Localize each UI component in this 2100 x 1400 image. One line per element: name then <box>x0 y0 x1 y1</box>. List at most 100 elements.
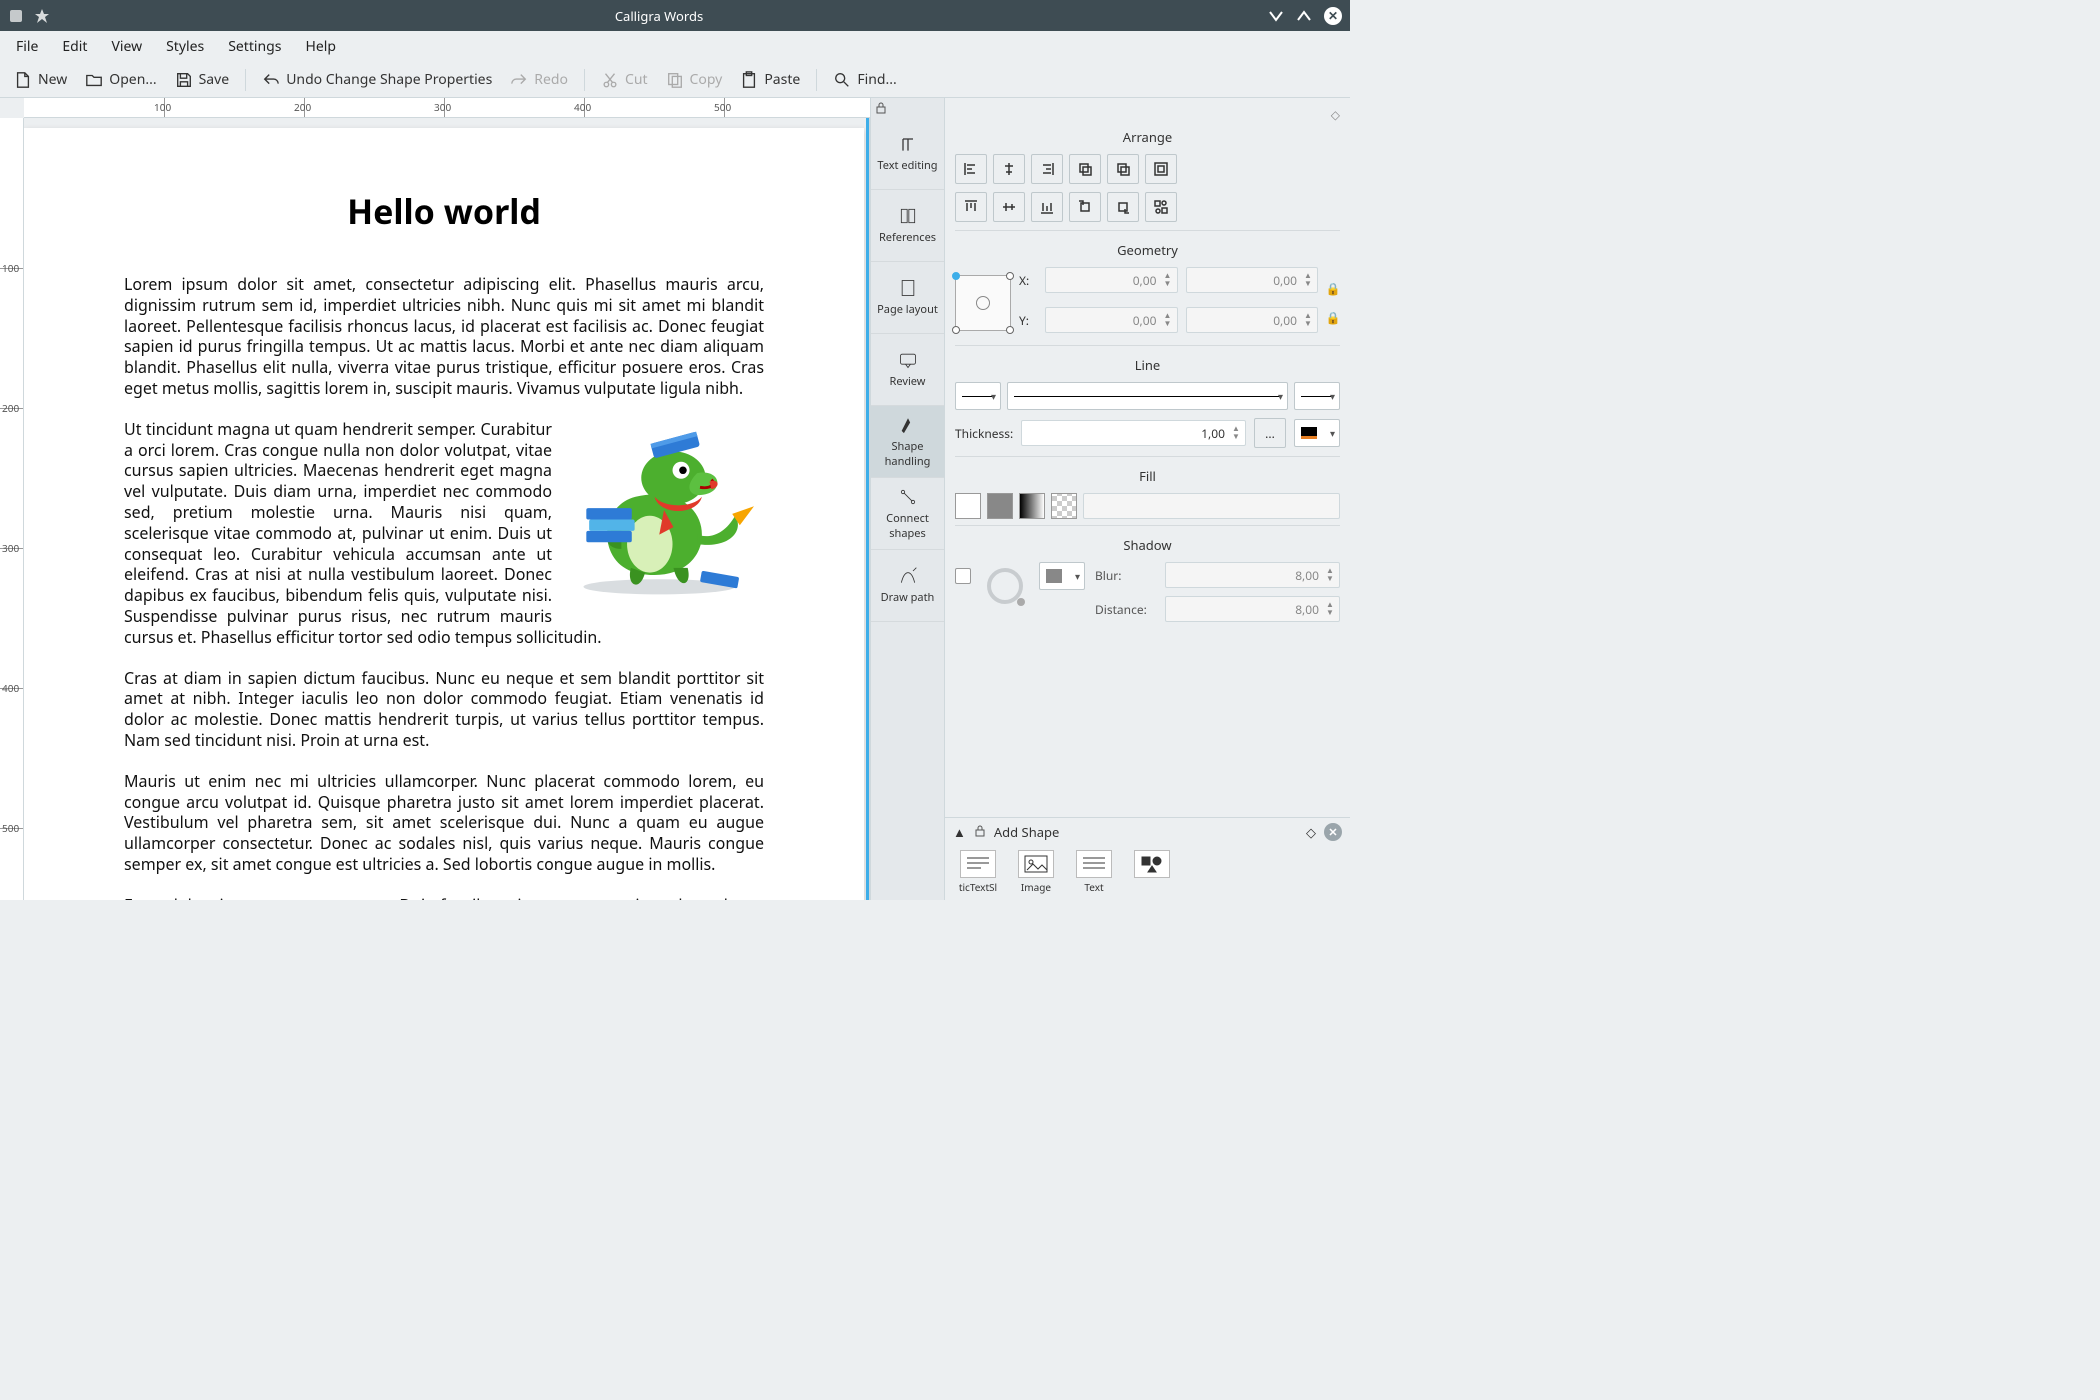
menu-view[interactable]: View <box>101 33 152 60</box>
doc-paragraph[interactable]: Mauris ut enim nec mi ultricies ullamcor… <box>124 771 764 875</box>
tab-text-editing[interactable]: Text editing <box>871 118 944 190</box>
tab-review[interactable]: Review <box>871 334 944 406</box>
open-button[interactable]: Open... <box>77 66 164 93</box>
close-icon[interactable]: ✕ <box>1324 7 1342 25</box>
shape-item-shapes[interactable] <box>1125 850 1179 894</box>
paste-button[interactable]: Paste <box>732 66 808 93</box>
minimize-icon[interactable] <box>1268 8 1284 24</box>
doc-paragraph[interactable]: Ut tincidunt magna ut quam hendrerit sem… <box>124 419 764 648</box>
doc-paragraph[interactable]: Lorem ipsum dolor sit amet, consectetur … <box>124 274 764 399</box>
geometry-anchor-widget[interactable] <box>955 275 1011 331</box>
thickness-field[interactable]: 1,00▲▼ <box>1021 420 1246 446</box>
tab-shape-handling[interactable]: Shape handling <box>871 406 944 478</box>
save-button[interactable]: Save <box>167 66 238 93</box>
embedded-image[interactable] <box>564 419 764 604</box>
close-panel-icon[interactable]: ✕ <box>1324 823 1342 841</box>
vertical-ruler[interactable]: 100 200 300 400 500 <box>0 118 24 900</box>
fill-solid-swatch[interactable] <box>987 493 1013 519</box>
shape-item-text-slide[interactable]: ticTextSl <box>951 850 1005 894</box>
panel-diamond-icon[interactable]: ◇ <box>1306 823 1316 841</box>
undo-icon <box>262 71 280 89</box>
shape-item-image[interactable]: Image <box>1009 850 1063 894</box>
expand-up-icon[interactable]: ▲ <box>953 823 966 841</box>
panel-lock-icon[interactable] <box>974 823 986 841</box>
align-left-button[interactable] <box>955 154 987 184</box>
x-position-field[interactable]: 0,00▲▼ <box>1045 267 1178 293</box>
y-position-field[interactable]: 0,00▲▼ <box>1045 307 1178 333</box>
tab-references[interactable]: References <box>871 190 944 262</box>
bring-forward-button[interactable] <box>1069 192 1101 222</box>
tab-draw-path[interactable]: Draw path <box>871 550 944 622</box>
width-field[interactable]: 0,00▲▼ <box>1186 267 1319 293</box>
tab-connect-shapes[interactable]: Connect shapes <box>871 478 944 550</box>
tab-label: Page layout <box>877 302 938 317</box>
line-start-cap-combo[interactable]: ▾ <box>955 382 1001 410</box>
find-button[interactable]: Find... <box>825 66 904 93</box>
new-button[interactable]: New <box>6 66 75 93</box>
align-right-button[interactable] <box>1031 154 1063 184</box>
menu-styles[interactable]: Styles <box>156 33 214 60</box>
bring-front-button[interactable] <box>1069 154 1101 184</box>
blur-field[interactable]: 8,00▲▼ <box>1165 562 1340 588</box>
align-top-button[interactable] <box>955 192 987 222</box>
maximize-icon[interactable] <box>1296 8 1312 24</box>
align-center-h-button[interactable] <box>993 154 1025 184</box>
ruler-tick: 400 <box>2 681 19 695</box>
align-bottom-button[interactable] <box>1031 192 1063 222</box>
send-back-button[interactable] <box>1107 154 1139 184</box>
horizontal-ruler[interactable]: 100 200 300 400 500 <box>24 98 870 118</box>
find-label: Find... <box>857 70 896 89</box>
panel-lock-icon[interactable] <box>871 98 944 118</box>
doc-heading[interactable]: Hello world <box>124 188 764 234</box>
lock-ratio-icon[interactable]: 🔒 <box>1326 309 1341 326</box>
fill-gradient-swatch[interactable] <box>1019 493 1045 519</box>
lock-size-icon[interactable]: 🔒 <box>1326 280 1341 297</box>
cut-button[interactable]: Cut <box>593 66 656 93</box>
copy-button[interactable]: Copy <box>658 66 731 93</box>
menubar: File Edit View Styles Settings Help <box>0 31 1350 62</box>
menu-edit[interactable]: Edit <box>52 33 97 60</box>
line-color-combo[interactable]: ▾ <box>1294 419 1340 447</box>
height-field[interactable]: 0,00▲▼ <box>1186 307 1319 333</box>
document-canvas[interactable]: Hello world Lorem ipsum dolor sit amet, … <box>24 118 866 900</box>
line-style-combo[interactable]: ▾ <box>1007 382 1288 410</box>
fill-none-swatch[interactable] <box>955 493 981 519</box>
menu-help[interactable]: Help <box>295 33 346 60</box>
group-button[interactable] <box>1145 154 1177 184</box>
save-label: Save <box>199 70 230 89</box>
undo-label: Undo Change Shape Properties <box>286 70 492 89</box>
shadow-color-combo[interactable]: ▾ <box>1039 562 1085 590</box>
doc-paragraph[interactable]: Cras at diam in sapien dictum faucibus. … <box>124 668 764 751</box>
distance-field[interactable]: 8,00▲▼ <box>1165 596 1340 622</box>
fill-preview[interactable] <box>1083 493 1340 519</box>
x-label: X: <box>1019 272 1037 289</box>
new-label: New <box>38 70 67 89</box>
panel-diamond-icon[interactable]: ◇ <box>1331 106 1340 122</box>
menu-file[interactable]: File <box>6 33 48 60</box>
redo-button[interactable]: Redo <box>502 66 576 93</box>
line-more-button[interactable]: ... <box>1254 418 1286 448</box>
line-end-cap-combo[interactable]: ▾ <box>1294 382 1340 410</box>
distance-label: Distance: <box>1095 601 1157 618</box>
send-backward-button[interactable] <box>1107 192 1139 222</box>
window-title: Calligra Words <box>50 7 1268 25</box>
toolbar-separator <box>584 69 585 91</box>
undo-button[interactable]: Undo Change Shape Properties <box>254 66 500 93</box>
align-middle-v-button[interactable] <box>993 192 1025 222</box>
ungroup-button[interactable] <box>1145 192 1177 222</box>
pin-icon[interactable] <box>34 8 50 24</box>
shape-item-text[interactable]: Text <box>1067 850 1121 894</box>
doc-paragraph[interactable]: Fusce lobortis congue consectetur. Duis … <box>124 895 764 900</box>
menu-settings[interactable]: Settings <box>218 33 291 60</box>
shadow-angle-widget[interactable] <box>981 562 1029 610</box>
section-geometry: Geometry <box>955 241 1340 259</box>
fill-pattern-swatch[interactable] <box>1051 493 1077 519</box>
document-page[interactable]: Hello world Lorem ipsum dolor sit amet, … <box>24 128 864 900</box>
ruler-tick: 400 <box>574 100 591 114</box>
doc-text[interactable]: Ut tincidunt magna ut quam hendrerit sem… <box>124 418 602 648</box>
tab-page-layout[interactable]: Page layout <box>871 262 944 334</box>
tab-label: Review <box>890 374 926 389</box>
add-shape-title: Add Shape <box>994 823 1059 841</box>
shadow-enable-checkbox[interactable] <box>955 568 971 584</box>
blur-label: Blur: <box>1095 567 1157 584</box>
